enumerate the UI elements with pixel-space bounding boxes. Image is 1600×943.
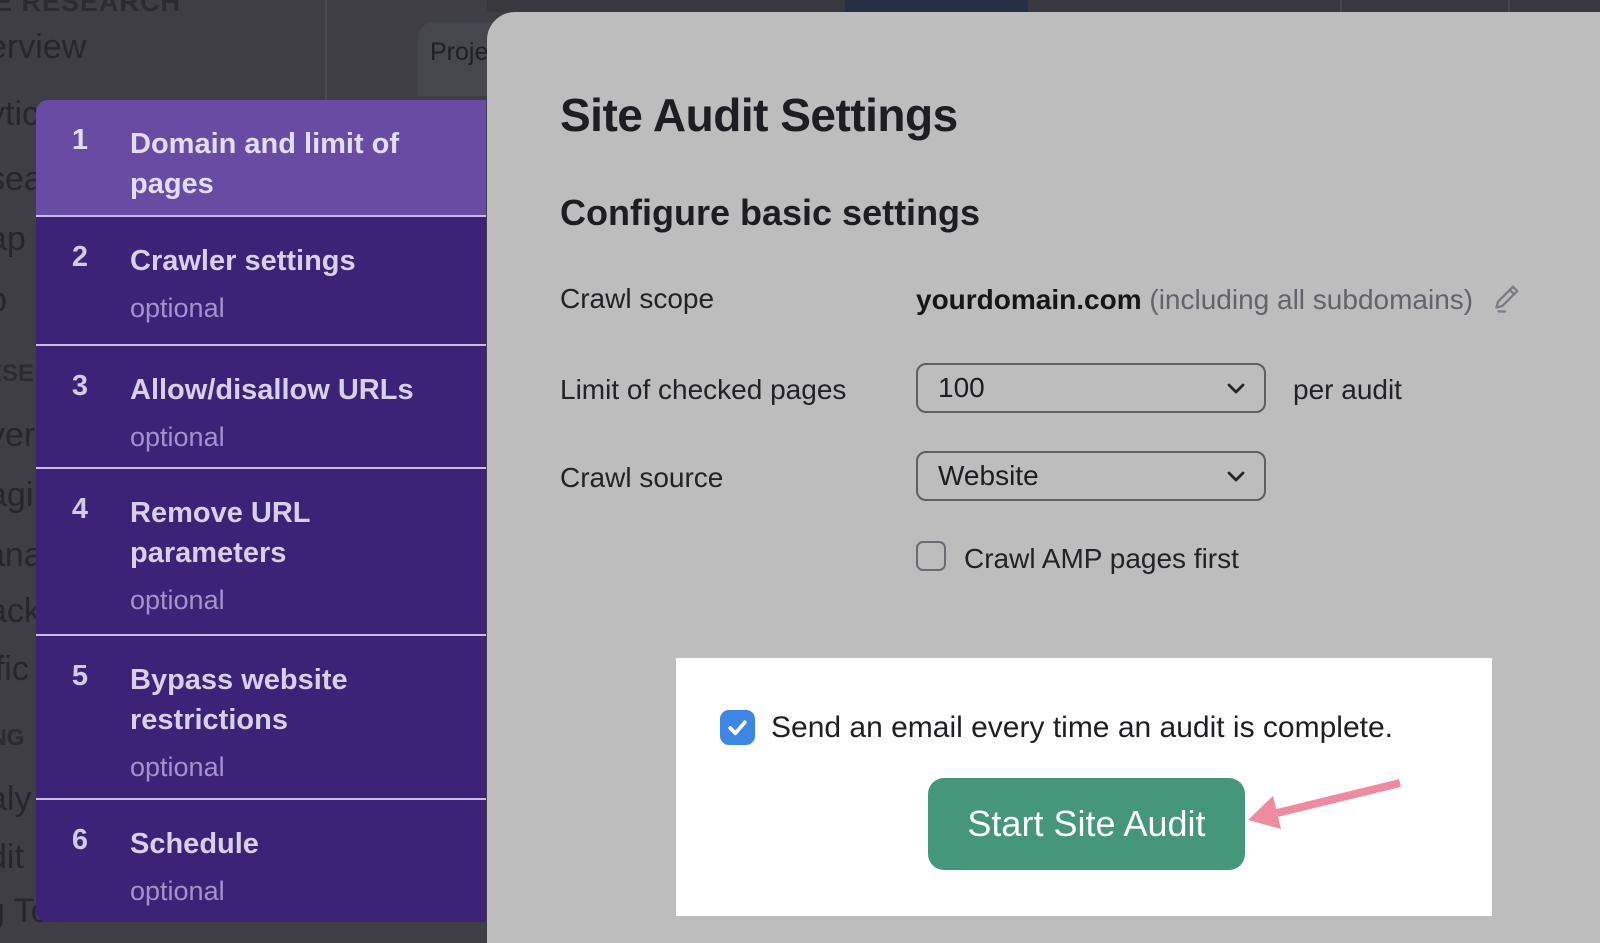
limit-of-checked-pages-label: Limit of checked pages bbox=[560, 374, 846, 406]
email-checkbox-label: Send an email every time an audit is com… bbox=[771, 711, 1393, 745]
background-divider bbox=[1508, 0, 1510, 12]
crawl-source-select[interactable]: Website bbox=[916, 451, 1266, 501]
section-heading: Configure basic settings bbox=[560, 192, 980, 234]
wizard-step-allow-disallow-urls[interactable]: 3 Allow/disallow URLs optional bbox=[36, 344, 486, 467]
site-audit-settings-modal: Site Audit Settings Configure basic sett… bbox=[487, 12, 1600, 943]
wizard-step-domain-and-limit[interactable]: 1 Domain and limit of pages bbox=[36, 100, 486, 215]
crawl-scope-label: Crawl scope bbox=[560, 283, 714, 315]
background-menu-fragment: agi bbox=[0, 476, 33, 515]
step-title: Remove URL parameters bbox=[130, 493, 450, 573]
limit-select-value: 100 bbox=[938, 372, 985, 404]
step-title: Bypass website restrictions bbox=[130, 660, 450, 740]
email-option-row: Send an email every time an audit is com… bbox=[720, 710, 1393, 745]
step-optional-label: optional bbox=[130, 422, 225, 453]
background-menu-fragment: dit bbox=[0, 838, 24, 877]
background-menu-fragment: aly bbox=[0, 780, 31, 819]
background-menu-fragment: ESE bbox=[0, 360, 34, 388]
background-menu-fragment: p bbox=[0, 281, 7, 320]
step-number: 5 bbox=[58, 660, 102, 693]
crawl-scope-note: (including all subdomains) bbox=[1149, 284, 1473, 315]
step-number: 2 bbox=[58, 241, 102, 274]
background-menu-fragment: ver bbox=[0, 416, 35, 455]
step-optional-label: optional bbox=[130, 293, 225, 324]
step-number: 3 bbox=[58, 370, 102, 403]
crawl-source-label: Crawl source bbox=[560, 462, 723, 494]
crawl-source-value: Website bbox=[938, 460, 1039, 492]
wizard-step-bypass-website-restrictions[interactable]: 5 Bypass website restrictions optional bbox=[36, 634, 486, 798]
crawl-amp-label: Crawl AMP pages first bbox=[964, 543, 1239, 575]
background-menu-fragment: NG bbox=[0, 724, 25, 751]
background-menu-fragment: erview bbox=[0, 28, 86, 67]
per-audit-suffix: per audit bbox=[1293, 374, 1402, 406]
step-number: 6 bbox=[58, 824, 102, 857]
wizard-steps-sidebar: 1 Domain and limit of pages 2 Crawler se… bbox=[36, 100, 486, 922]
crawl-amp-checkbox[interactable] bbox=[916, 541, 946, 571]
step-number: 1 bbox=[58, 124, 102, 157]
screen: E RESEARCH erview ytic sea ap p ESE ver … bbox=[0, 0, 1600, 943]
background-divider bbox=[1340, 0, 1342, 12]
step-optional-label: optional bbox=[130, 585, 225, 616]
background-menu-fragment: ytic bbox=[0, 95, 39, 134]
edit-pencil-icon[interactable] bbox=[1491, 283, 1521, 320]
step-title: Domain and limit of pages bbox=[130, 124, 450, 204]
chevron-down-icon bbox=[1224, 464, 1248, 488]
wizard-step-crawler-settings[interactable]: 2 Crawler settings optional bbox=[36, 215, 486, 344]
background-menu-fragment: ack bbox=[0, 592, 41, 631]
start-site-audit-button[interactable]: Start Site Audit bbox=[928, 778, 1245, 870]
crawl-scope-domain: yourdomain.com bbox=[916, 284, 1142, 315]
email-checkbox[interactable] bbox=[720, 710, 755, 745]
crawl-scope-value: yourdomain.com (including all subdomains… bbox=[916, 283, 1521, 320]
wizard-step-schedule[interactable]: 6 Schedule optional bbox=[36, 798, 486, 922]
wizard-step-remove-url-parameters[interactable]: 4 Remove URL parameters optional bbox=[36, 467, 486, 634]
modal-title: Site Audit Settings bbox=[560, 88, 958, 142]
step-title: Crawler settings bbox=[130, 241, 450, 281]
background-menu-fragment: ap bbox=[0, 220, 26, 259]
background-top-bar bbox=[487, 0, 1600, 12]
chevron-down-icon bbox=[1224, 376, 1248, 400]
background-divider bbox=[325, 0, 327, 100]
checkmark-icon bbox=[725, 715, 750, 740]
annotation-arrow-icon bbox=[1235, 762, 1415, 847]
step-optional-label: optional bbox=[130, 752, 225, 783]
background-menu-fragment: ffic bbox=[0, 650, 29, 689]
step-title: Schedule bbox=[130, 824, 450, 864]
background-top-bar-segment bbox=[845, 0, 1028, 12]
step-number: 4 bbox=[58, 493, 102, 526]
limit-select[interactable]: 100 bbox=[916, 363, 1266, 413]
step-title: Allow/disallow URLs bbox=[130, 370, 450, 410]
step-optional-label: optional bbox=[130, 876, 225, 907]
background-menu-fragment: E RESEARCH bbox=[0, 0, 181, 18]
